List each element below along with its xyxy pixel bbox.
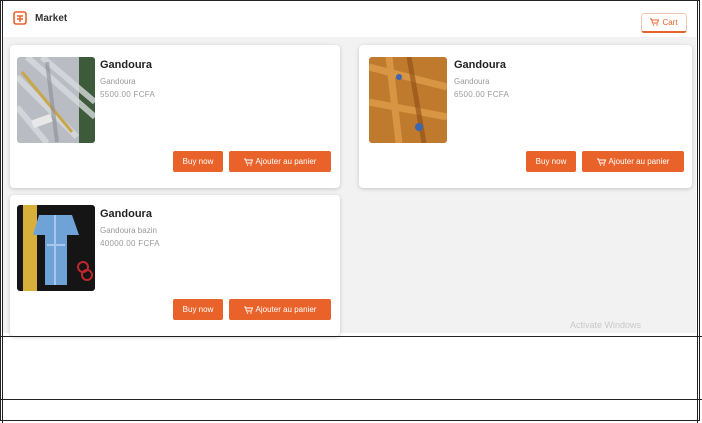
- product-card: Gandoura Gandoura 5500.00 FCFA Buy now A…: [10, 45, 340, 188]
- divider-line: [0, 336, 702, 337]
- cart-button[interactable]: Cart: [641, 13, 687, 33]
- buy-now-label: Buy now: [535, 157, 567, 166]
- cart-icon: [650, 18, 660, 28]
- product-title[interactable]: Gandoura: [454, 59, 506, 71]
- product-title[interactable]: Gandoura: [100, 59, 152, 71]
- add-to-cart-label: Ajouter au panier: [255, 305, 317, 314]
- product-image[interactable]: [369, 57, 447, 143]
- divider-line: [697, 0, 698, 423]
- buy-now-label: Buy now: [182, 157, 214, 166]
- cart-icon: [243, 158, 253, 166]
- product-image[interactable]: [17, 205, 95, 291]
- divider-line: [0, 399, 702, 400]
- product-title[interactable]: Gandoura: [100, 208, 152, 220]
- activate-windows-watermark: Activate Windows: [570, 320, 642, 330]
- product-card: Gandoura Gandoura bazin 40000.00 FCFA Bu…: [10, 195, 340, 336]
- buy-now-button[interactable]: Buy now: [526, 151, 576, 172]
- add-to-cart-button[interactable]: Ajouter au panier: [229, 151, 331, 172]
- cart-icon: [243, 306, 253, 314]
- product-card: Gandoura Gandoura 6500.00 FCFA Buy now A…: [359, 45, 692, 188]
- app-header: Market Cart: [3, 3, 696, 37]
- product-category: Gandoura: [100, 77, 136, 86]
- cart-icon: [596, 158, 606, 166]
- add-to-cart-label: Ajouter au panier: [255, 157, 317, 166]
- product-price: 6500.00 FCFA: [454, 90, 510, 99]
- product-category: Gandoura bazin: [100, 226, 157, 235]
- buy-now-button[interactable]: Buy now: [173, 151, 223, 172]
- product-price: 5500.00 FCFA: [100, 90, 156, 99]
- add-to-cart-button[interactable]: Ajouter au panier: [229, 299, 331, 320]
- add-to-cart-label: Ajouter au panier: [608, 157, 670, 166]
- product-price: 40000.00 FCFA: [100, 239, 160, 248]
- store-logo-icon[interactable]: [13, 11, 27, 25]
- buy-now-button[interactable]: Buy now: [173, 299, 223, 320]
- buy-now-label: Buy now: [182, 305, 214, 314]
- product-category: Gandoura: [454, 77, 490, 86]
- cart-label: Cart: [662, 18, 678, 27]
- add-to-cart-button[interactable]: Ajouter au panier: [582, 151, 684, 172]
- brand-name[interactable]: Market: [35, 13, 67, 24]
- product-image[interactable]: [17, 57, 95, 143]
